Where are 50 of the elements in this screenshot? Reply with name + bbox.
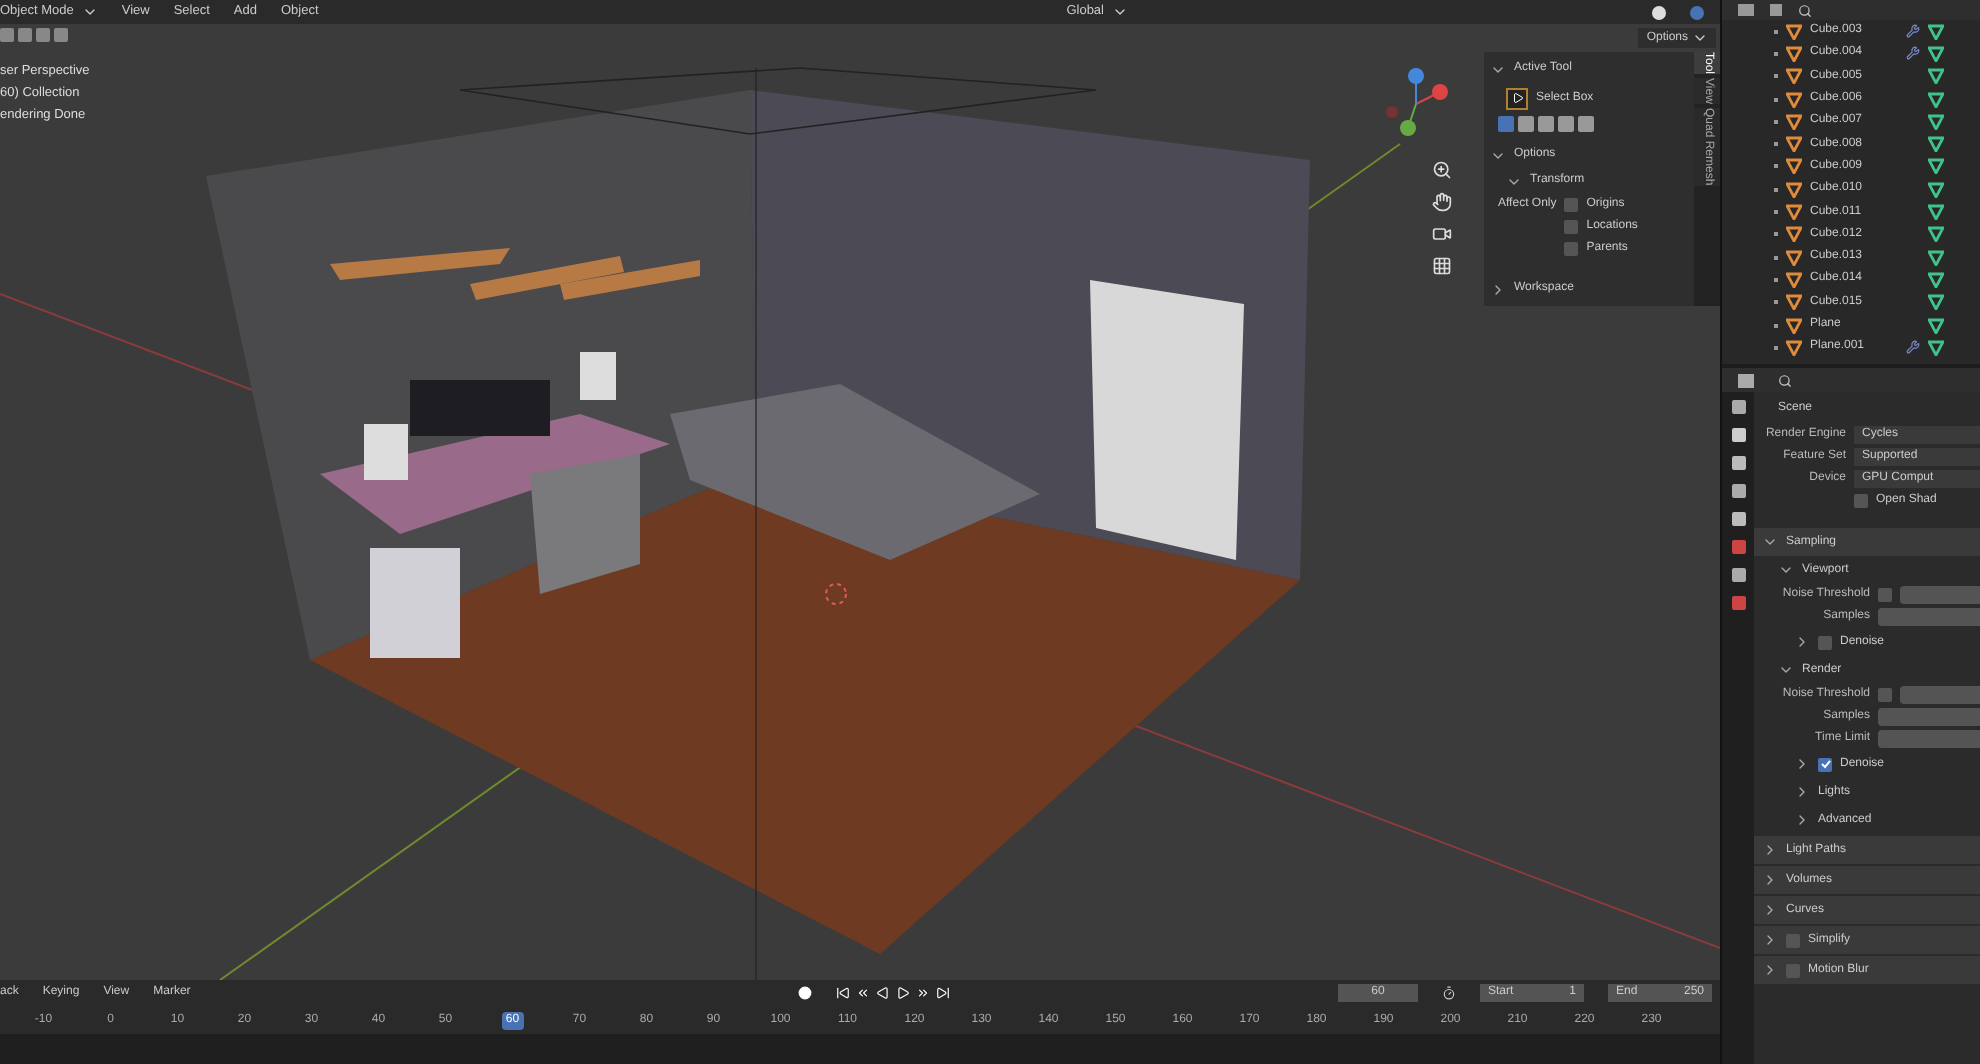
timer-icon[interactable] [1442, 986, 1456, 1000]
shading-icon[interactable] [1652, 5, 1666, 19]
checkbox[interactable] [1564, 220, 1579, 234]
wrench-icon[interactable] [1906, 340, 1920, 355]
camera-icon[interactable] [1432, 224, 1452, 244]
caret-icon [1692, 30, 1708, 46]
chevron-right-icon[interactable] [1794, 812, 1810, 828]
chevron-down-icon[interactable] [1778, 662, 1794, 678]
select-box-icon[interactable] [1506, 87, 1528, 109]
checkbox[interactable] [1564, 198, 1579, 212]
number-field[interactable] [1900, 686, 1980, 704]
jump-start-icon[interactable] [836, 986, 851, 1000]
search-icon[interactable] [1778, 373, 1792, 387]
chevron-right-icon[interactable] [1794, 784, 1810, 800]
checkbox[interactable] [1564, 242, 1579, 256]
checkbox[interactable] [1878, 588, 1892, 602]
number-field[interactable] [1878, 730, 1980, 748]
checkbox[interactable] [1786, 933, 1800, 947]
caret-icon [1112, 4, 1128, 20]
zoom-icon[interactable] [1432, 160, 1452, 180]
checkbox[interactable] [1818, 757, 1832, 771]
chevron-down-icon[interactable] [1762, 534, 1778, 550]
search-icon[interactable] [1798, 3, 1812, 17]
chevron-down-icon[interactable] [1778, 562, 1794, 578]
number-field[interactable] [1878, 708, 1980, 726]
checkbox[interactable] [1786, 963, 1800, 977]
checkbox[interactable] [1878, 688, 1892, 702]
jump-end-icon[interactable] [936, 986, 951, 1000]
play-icon[interactable] [896, 986, 911, 1000]
chevron-right-icon[interactable] [1794, 634, 1810, 650]
grid-icon[interactable] [1432, 256, 1452, 276]
wrench-icon[interactable] [1906, 46, 1920, 61]
caret-icon [81, 4, 98, 20]
hand-icon[interactable] [1432, 192, 1452, 212]
record-icon[interactable] [798, 986, 813, 1000]
chevron-right-icon[interactable] [1762, 842, 1778, 858]
keyframe-back-icon[interactable] [856, 986, 871, 1000]
chevron-right-icon[interactable] [1762, 932, 1778, 948]
chevron-right-icon[interactable] [1762, 902, 1778, 918]
checkbox[interactable] [1818, 635, 1832, 649]
number-field[interactable] [1878, 608, 1980, 626]
checkbox[interactable] [1854, 494, 1868, 508]
number-field[interactable] [1900, 586, 1980, 604]
keyframe-forward-icon[interactable] [916, 986, 931, 1000]
play-reverse-icon[interactable] [876, 986, 891, 1000]
chevron-right-icon[interactable] [1762, 872, 1778, 888]
chevron-right-icon[interactable] [1490, 281, 1506, 297]
wrench-icon[interactable] [1906, 24, 1920, 39]
chevron-right-icon[interactable] [1762, 962, 1778, 978]
chevron-right-icon[interactable] [1794, 756, 1810, 772]
